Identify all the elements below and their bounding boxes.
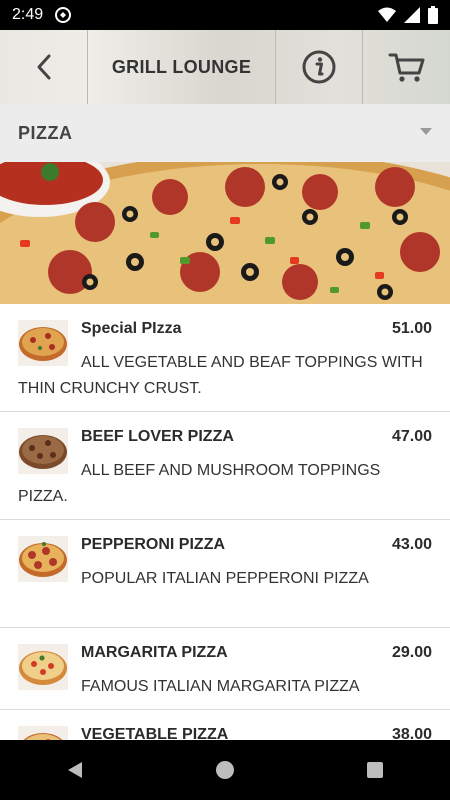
item-name: VEGETABLE PIZZA: [81, 726, 229, 740]
app-title-cell: GRILL LOUNGE: [88, 30, 276, 104]
nav-recents-button[interactable]: [335, 740, 415, 800]
category-name: PIZZA: [18, 122, 73, 143]
app-title: GRILL LOUNGE: [111, 56, 252, 77]
pizza-thumbnail: [18, 536, 68, 582]
nav-back-button[interactable]: [35, 740, 115, 800]
status-bar: 2:49: [0, 0, 450, 30]
back-button[interactable]: [0, 30, 88, 104]
pizza-thumbnail: [18, 428, 68, 474]
menu-item-vegetable-pizza[interactable]: VEGETABLE PIZZA 38.00: [0, 710, 450, 740]
pizza-thumbnail: [18, 726, 68, 740]
info-button[interactable]: [276, 30, 363, 104]
menu-list: Special PIzza 51.00 ALL VEGETABLE AND BE…: [0, 304, 450, 740]
menu-item-special-pizza[interactable]: Special PIzza 51.00 ALL VEGETABLE AND BE…: [0, 304, 450, 412]
pizza-banner-illustration: [0, 162, 450, 304]
item-price: 51.00: [391, 320, 432, 337]
status-icons: [378, 6, 438, 24]
square-recents-icon: [367, 762, 383, 778]
info-icon: [302, 50, 336, 84]
signal-icon: [404, 7, 420, 23]
item-price: 47.00: [391, 428, 432, 445]
system-nav-bar: [0, 740, 450, 800]
item-name: BEEF LOVER PIZZA: [81, 428, 234, 445]
menu-item-margarita-pizza[interactable]: MARGARITA PIZZA 29.00 FAMOUS ITALIAN MAR…: [0, 628, 450, 710]
pizza-thumbnail: [18, 320, 68, 366]
chevron-left-icon: [37, 54, 50, 80]
item-name: PEPPERONI PIZZA: [81, 536, 226, 553]
cart-button[interactable]: [363, 30, 450, 104]
item-price: 29.00: [391, 644, 432, 661]
item-price: 38.00: [391, 726, 432, 740]
item-price: 43.00: [391, 536, 432, 553]
wifi-icon: [378, 7, 396, 22]
battery-icon: [428, 6, 438, 24]
app-header: GRILL LOUNGE: [0, 30, 450, 105]
pizza-thumbnail: [18, 644, 68, 690]
dropdown-arrow-icon: [420, 128, 432, 135]
menu-item-pepperoni-pizza[interactable]: PEPPERONI PIZZA 43.00 POPULAR ITALIAN PE…: [0, 520, 450, 628]
menu-item-beef-lover-pizza[interactable]: BEEF LOVER PIZZA 47.00 ALL BEEF AND MUSH…: [0, 412, 450, 520]
item-name: Special PIzza: [81, 320, 182, 337]
nav-home-button[interactable]: [185, 740, 265, 800]
item-name: MARGARITA PIZZA: [81, 644, 228, 661]
circle-home-icon: [216, 761, 234, 779]
cart-icon: [388, 53, 424, 82]
triangle-back-icon: [68, 762, 82, 778]
notification-app-icon: [55, 7, 72, 23]
category-banner-image: [0, 162, 450, 304]
status-time: 2:49: [12, 6, 44, 23]
category-selector[interactable]: PIZZA: [0, 104, 450, 162]
